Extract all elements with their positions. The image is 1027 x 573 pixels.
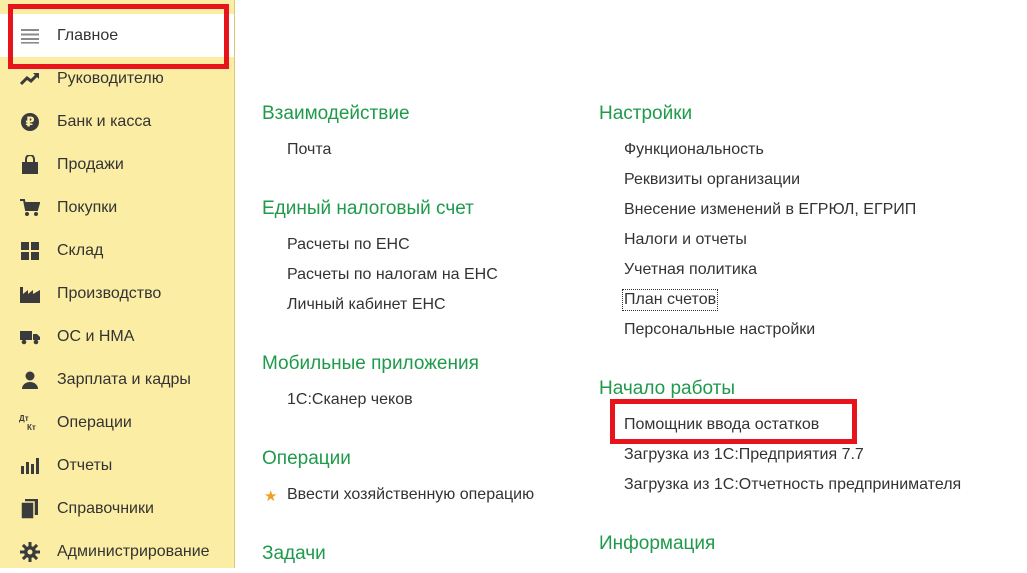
sidebar-item-operations[interactable]: Дт Кт Операции — [0, 401, 234, 444]
link-mail[interactable]: Почта — [287, 141, 331, 159]
sidebar-item-bank[interactable]: ₽ Банк и касса — [0, 100, 234, 143]
sidebar-item-label: Справочники — [57, 499, 154, 517]
link-ens-tax-settlements[interactable]: Расчеты по налогам на ЕНС — [287, 266, 498, 284]
credit-label: Кт — [27, 422, 36, 432]
link-personal-settings[interactable]: Персональные настройки — [624, 321, 815, 339]
sidebar-item-label: Производство — [57, 284, 162, 302]
books-icon — [19, 498, 41, 520]
sidebar-item-warehouse[interactable]: Склад — [0, 229, 234, 272]
sidebar-item-purchases[interactable]: Покупки — [0, 186, 234, 229]
sidebar-top-strip — [0, 0, 235, 14]
section-title-mobile-apps: Мобильные приложения — [262, 353, 479, 374]
trend-up-icon — [19, 68, 41, 90]
warehouse-grid-icon — [19, 240, 41, 262]
sidebar-item-label: Отчеты — [57, 456, 113, 474]
link-taxes-reports[interactable]: Налоги и отчеты — [624, 231, 747, 249]
link-import-1c-77[interactable]: Загрузка из 1С:Предприятия 7.7 — [624, 446, 864, 464]
factory-icon — [19, 283, 41, 305]
link-ens-cabinet[interactable]: Личный кабинет ЕНС — [287, 296, 446, 314]
section-title-tasks: Задачи — [262, 543, 326, 564]
sidebar-item-reports[interactable]: Отчеты — [0, 444, 234, 487]
sidebar-item-label: Продажи — [57, 155, 124, 173]
debit-label: Дт — [19, 413, 29, 423]
link-chart-of-accounts[interactable]: План счетов — [621, 289, 719, 311]
sidebar-item-label: Покупки — [57, 198, 118, 216]
ruble-coin-icon: ₽ — [19, 111, 41, 133]
sidebar-item-label: Банк и касса — [57, 112, 152, 130]
sidebar-item-production[interactable]: Производство — [0, 272, 234, 315]
truck-icon — [19, 326, 41, 348]
bar-chart-icon — [19, 455, 41, 477]
section-title-getting-started: Начало работы — [599, 378, 736, 399]
sidebar-item-salary[interactable]: Зарплата и кадры — [0, 358, 234, 401]
sidebar-item-catalogs[interactable]: Справочники — [0, 487, 234, 530]
star-icon[interactable]: ★ — [264, 487, 277, 505]
sidebar: Главное Руководителю ₽ Банк и касса Прод… — [0, 0, 235, 568]
section-title-ens: Единый налоговый счет — [262, 198, 474, 219]
link-accounting-policy[interactable]: Учетная политика — [624, 261, 757, 279]
sidebar-item-label: ОС и НМА — [57, 327, 135, 345]
sidebar-item-sales[interactable]: Продажи — [0, 143, 234, 186]
sidebar-item-label: Администрирование — [57, 542, 210, 560]
sidebar-item-label: Склад — [57, 241, 104, 259]
link-opening-balances-assistant[interactable]: Помощник ввода остатков — [624, 416, 819, 434]
sidebar-item-administration[interactable]: Администрирование — [0, 530, 234, 573]
shopping-bag-icon — [19, 154, 41, 176]
section-title-information: Информация — [599, 533, 716, 554]
gear-icon — [19, 541, 41, 563]
cart-icon — [19, 197, 41, 219]
sidebar-item-label: Главное — [57, 26, 119, 44]
sidebar-item-label: Операции — [57, 413, 132, 431]
sidebar-item-manager[interactable]: Руководителю — [0, 57, 234, 100]
link-import-1c-entrepreneur[interactable]: Загрузка из 1С:Отчетность предпринимател… — [624, 476, 961, 494]
debit-credit-icon: Дт Кт — [19, 412, 41, 434]
sidebar-item-main[interactable]: Главное — [0, 14, 234, 57]
sidebar-item-fixed-assets[interactable]: ОС и НМА — [0, 315, 234, 358]
sidebar-item-label: Руководителю — [57, 69, 164, 87]
menu-lines-icon — [19, 25, 41, 47]
link-functionality[interactable]: Функциональность — [624, 141, 764, 159]
sidebar-item-label: Зарплата и кадры — [57, 370, 191, 388]
link-receipt-scanner[interactable]: 1С:Сканер чеков — [287, 391, 413, 409]
section-title-operations: Операции — [262, 448, 351, 469]
person-icon — [19, 369, 41, 391]
link-ens-settlements[interactable]: Расчеты по ЕНС — [287, 236, 410, 254]
section-title-interaction: Взаимодействие — [262, 103, 410, 124]
link-enter-operation[interactable]: Ввести хозяйственную операцию — [287, 486, 534, 504]
svg-text:₽: ₽ — [25, 115, 34, 130]
link-org-details[interactable]: Реквизиты организации — [624, 171, 800, 189]
link-egrul-changes[interactable]: Внесение изменений в ЕГРЮЛ, ЕГРИП — [624, 201, 916, 219]
section-title-settings: Настройки — [599, 103, 693, 124]
